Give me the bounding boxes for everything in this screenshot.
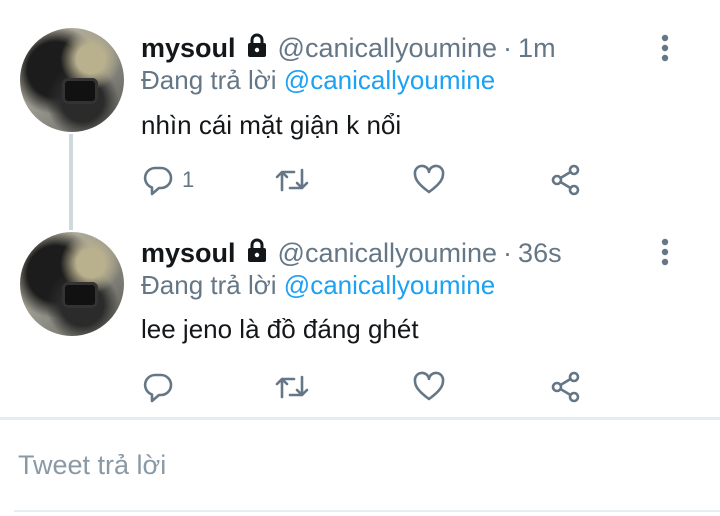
timestamp[interactable]: 36s: [518, 238, 562, 269]
handle[interactable]: @canicallyoumine: [278, 238, 498, 269]
reply-icon: [143, 373, 173, 403]
tweet-text: nhìn cái mặt giận k nổi: [141, 110, 402, 140]
retweet-icon: [275, 375, 309, 399]
display-name[interactable]: mysoul: [141, 238, 236, 269]
mention-link[interactable]: @canicallyoumine: [284, 65, 495, 95]
reply-count: 1: [182, 167, 195, 192]
reply-button[interactable]: [142, 369, 182, 405]
tweet[interactable]: mysoul @canicallyoumine · 36s Đang trả l…: [0, 206, 720, 412]
lock-icon: [244, 32, 270, 65]
replying-to: Đang trả lời @canicallyoumine: [141, 270, 495, 301]
tweet-actions: [0, 369, 720, 405]
reply-button[interactable]: 1: [142, 162, 194, 198]
retweet-button[interactable]: [274, 369, 310, 405]
display-name[interactable]: mysoul: [141, 33, 236, 64]
more-options-icon[interactable]: [654, 238, 676, 268]
reply-icon: [143, 166, 173, 196]
separator-dot: ·: [503, 32, 513, 63]
tweet-text: lee jeno là đồ đáng ghét: [141, 314, 419, 344]
retweet-button[interactable]: [274, 162, 310, 198]
tweet-header: mysoul @canicallyoumine · 1m: [141, 30, 556, 66]
retweet-icon: [275, 168, 309, 192]
timestamp[interactable]: 1m: [518, 33, 556, 64]
replying-to: Đang trả lời @canicallyoumine: [141, 65, 495, 96]
like-button[interactable]: [412, 162, 446, 198]
heart-icon: [413, 164, 445, 194]
share-button[interactable]: [550, 162, 582, 198]
tweet[interactable]: mysoul @canicallyoumine · 1m Đang trả lờ…: [0, 0, 720, 230]
divider: [0, 417, 720, 420]
mention-link[interactable]: @canicallyoumine: [284, 270, 495, 300]
separator-dot: ·: [503, 237, 513, 268]
lock-icon: [244, 237, 270, 270]
tweet-actions: 1: [0, 162, 720, 198]
heart-icon: [413, 371, 445, 401]
avatar[interactable]: [20, 28, 124, 132]
share-icon: [551, 371, 580, 403]
more-options-icon[interactable]: [654, 34, 676, 64]
like-button[interactable]: [412, 369, 446, 405]
reply-compose-input[interactable]: Tweet trả lời: [18, 450, 166, 481]
compose-underline: [14, 510, 720, 512]
handle[interactable]: @canicallyoumine: [278, 33, 498, 64]
share-icon: [551, 164, 580, 196]
replying-prefix: Đang trả lời: [141, 65, 277, 95]
avatar[interactable]: [20, 232, 124, 336]
tweet-header: mysoul @canicallyoumine · 36s: [141, 235, 562, 271]
replying-prefix: Đang trả lời: [141, 270, 277, 300]
share-button[interactable]: [550, 369, 582, 405]
